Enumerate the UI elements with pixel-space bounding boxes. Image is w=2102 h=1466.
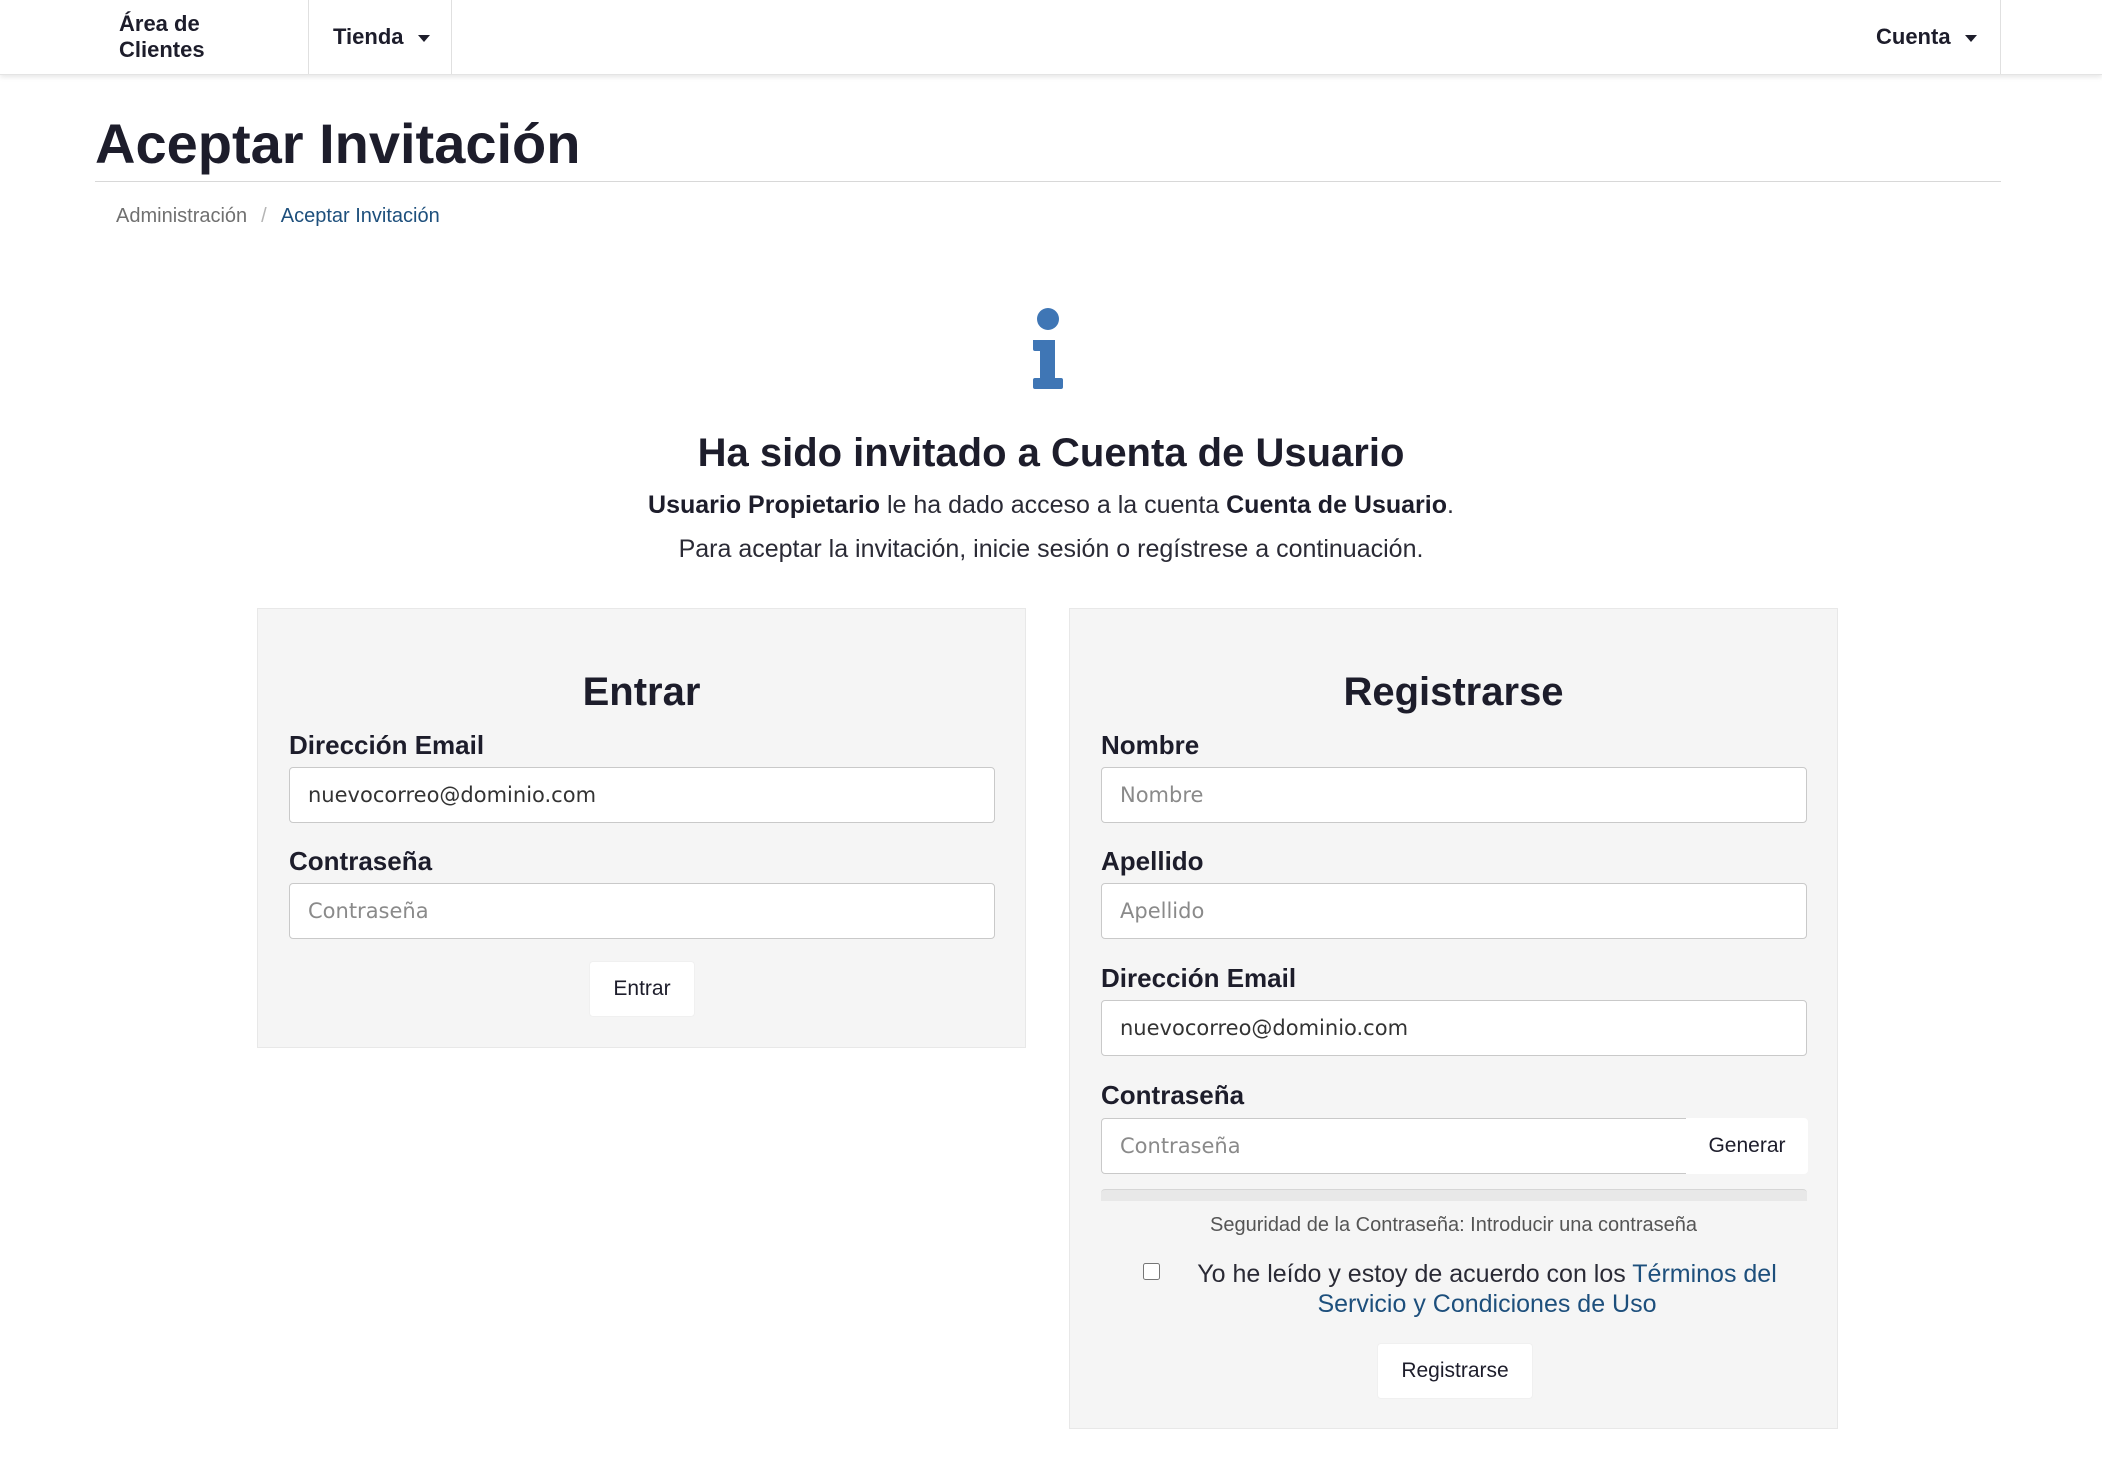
nav-clients-area[interactable]: Área de Clientes [95,0,309,74]
caret-down-icon [417,35,430,42]
login-email-label: Dirección Email [289,730,485,760]
register-password-label: Contraseña [1101,1080,1245,1110]
nav-store-label: Tienda [333,24,404,49]
login-email-input[interactable] [289,767,995,823]
access-period: . [1447,491,1454,519]
tos-label: Yo he leído y estoy de acuerdo con los T… [1180,1259,1794,1319]
register-email-label: Dirección Email [1101,963,1297,993]
login-button[interactable]: Entrar [589,961,695,1017]
register-button[interactable]: Registrarse [1377,1343,1533,1399]
login-panel: Entrar Dirección Email Contraseña Entrar [257,608,1026,1048]
nav-store-dropdown[interactable]: Tienda [309,0,452,74]
tos-prefix: Yo he leído y estoy de acuerdo con los [1197,1260,1633,1288]
invite-instructions: Para aceptar la invitación, inicie sesió… [678,535,1424,563]
register-email-input[interactable] [1101,1000,1807,1056]
nav-clients-label: Área de Clientes [119,11,205,62]
title-divider [95,181,2001,182]
last-name-label: Apellido [1101,846,1204,876]
owner-name: Usuario Propietario [648,491,881,519]
breadcrumb-parent[interactable]: Administración [116,205,247,227]
info-icon [1033,308,1063,389]
login-title: Entrar [582,670,701,714]
password-strength-meter [1101,1189,1807,1201]
login-password-label: Contraseña [289,846,433,876]
last-name-input[interactable] [1101,883,1807,939]
account-name: Cuenta de Usuario [1226,491,1447,519]
register-panel: Registrarse Nombre Apellido Dirección Em… [1069,608,1838,1429]
breadcrumb-separator: / [261,205,267,227]
caret-down-icon [1964,35,1977,42]
access-text: le ha dado acceso a la cuenta [880,491,1227,519]
register-title: Registrarse [1343,670,1564,714]
breadcrumb-current: Aceptar Invitación [280,205,440,227]
register-password-input[interactable] [1101,1118,1687,1174]
breadcrumb: Administración / Aceptar Invitación [116,203,440,229]
invite-heading: Ha sido invitado a Cuenta de Usuario [697,431,1405,475]
login-password-input[interactable] [289,883,995,939]
invite-access-text: Usuario Propietario le ha dado acceso a … [0,489,2102,521]
first-name-label: Nombre [1101,730,1200,760]
nav-account-dropdown[interactable]: Cuenta [1852,0,2001,74]
page-title: Aceptar Invitación [95,112,581,175]
generate-password-button[interactable]: Generar [1686,1118,1808,1174]
password-strength-text: Seguridad de la Contraseña: Introducir u… [1210,1214,1697,1236]
tos-checkbox[interactable] [1143,1263,1160,1280]
first-name-input[interactable] [1101,767,1807,823]
nav-account-label: Cuenta [1876,24,1951,49]
top-navbar: Área de Clientes Tienda Cuenta [0,0,2102,75]
